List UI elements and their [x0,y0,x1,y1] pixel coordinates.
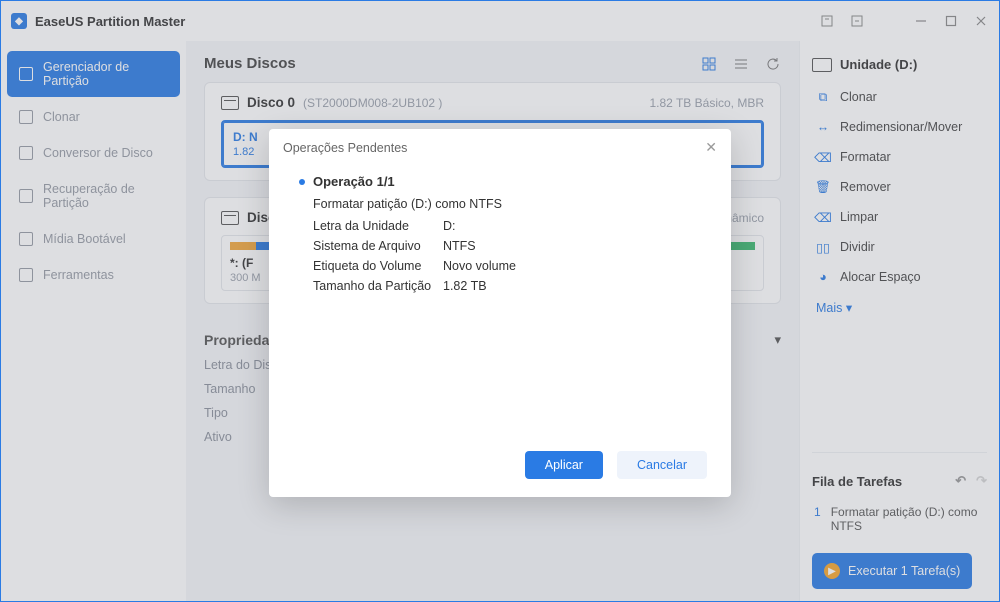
op-value: D: [443,219,701,233]
modal-overlay: Operações Pendentes ✕ Operação 1/1 Forma… [1,1,999,601]
apply-button[interactable]: Aplicar [525,451,603,479]
op-key: Sistema de Arquivo [313,239,443,253]
operation-description: Formatar patição (D:) como NTFS [313,197,701,211]
operation-title: Operação 1/1 [299,174,701,189]
pending-operations-modal: Operações Pendentes ✕ Operação 1/1 Forma… [269,129,731,497]
op-key: Letra da Unidade [313,219,443,233]
op-key: Tamanho da Partição [313,279,443,293]
op-value: 1.82 TB [443,279,701,293]
cancel-button[interactable]: Cancelar [617,451,707,479]
op-value: Novo volume [443,259,701,273]
op-key: Etiqueta do Volume [313,259,443,273]
modal-title: Operações Pendentes [283,141,407,155]
modal-close-icon[interactable]: ✕ [705,139,717,156]
op-value: NTFS [443,239,701,253]
